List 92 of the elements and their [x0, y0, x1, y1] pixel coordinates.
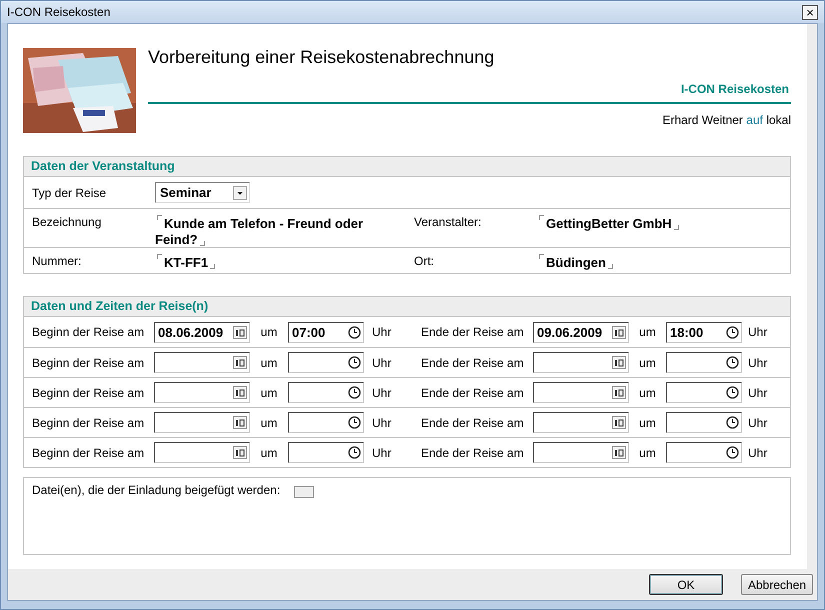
cancel-button[interactable]: Abbrechen	[741, 574, 813, 595]
user-info: Erhard Weitner auf lokal	[662, 113, 791, 127]
field-label: Beginn der Reise am	[32, 386, 146, 400]
clock-icon[interactable]	[726, 356, 739, 369]
time-field[interactable]: 07:00	[288, 322, 364, 342]
field-label: Ende der Reise am	[421, 446, 525, 460]
app-name: I-CON Reisekosten	[680, 82, 789, 96]
caret-icon	[233, 186, 247, 200]
page-title: Vorbereitung einer Reisekostenabrechnung	[148, 47, 496, 68]
calendar-icon[interactable]	[612, 356, 626, 369]
time-field[interactable]: 18:00	[666, 322, 742, 342]
clock-icon[interactable]	[726, 416, 739, 429]
unit-label: Uhr	[371, 356, 392, 370]
field-label: um	[260, 356, 278, 370]
ok-button[interactable]: OK	[649, 574, 723, 595]
calendar-icon[interactable]	[233, 326, 247, 338]
date-field[interactable]	[154, 412, 250, 433]
field-label: um	[638, 386, 657, 400]
unit-label: Uhr	[371, 325, 392, 339]
clock-icon[interactable]	[726, 386, 739, 399]
time-field[interactable]	[288, 352, 364, 373]
window-title: I-CON Reisekosten	[7, 5, 110, 19]
calendar-icon[interactable]	[612, 326, 626, 338]
field-label: um	[638, 416, 657, 430]
clock-icon[interactable]	[348, 356, 361, 369]
date-field[interactable]	[533, 382, 629, 403]
close-button[interactable]: ×	[802, 4, 818, 20]
field-label: um	[638, 446, 657, 460]
field-label: um	[260, 386, 278, 400]
unit-label: Uhr	[371, 446, 392, 460]
field-label: Beginn der Reise am	[32, 356, 146, 370]
trip-type-dropdown[interactable]: Seminar	[155, 182, 250, 203]
time-field[interactable]	[288, 412, 364, 433]
clock-icon[interactable]	[348, 446, 361, 459]
calendar-icon[interactable]	[612, 386, 626, 399]
field-value: Büdingen	[531, 254, 771, 271]
clock-icon[interactable]	[348, 326, 361, 338]
field-label: um	[638, 356, 657, 370]
time-field[interactable]	[288, 442, 364, 463]
section-heading: Daten und Zeiten der Reise(n)	[24, 297, 790, 317]
field-label: um	[260, 416, 278, 430]
calendar-icon[interactable]	[233, 386, 247, 399]
field-label: Ende der Reise am	[421, 356, 525, 370]
field-label: Ort:	[414, 254, 435, 268]
attach-button[interactable]	[294, 486, 314, 498]
calendar-icon[interactable]	[233, 446, 247, 459]
unit-label: Uhr	[747, 356, 768, 370]
date-field[interactable]: 09.06.2009	[533, 322, 629, 342]
calendar-icon[interactable]	[233, 416, 247, 429]
field-label: Veranstalter:	[414, 215, 482, 229]
date-field[interactable]	[533, 412, 629, 433]
clock-icon[interactable]	[348, 416, 361, 429]
calendar-icon[interactable]	[233, 356, 247, 369]
field-value: GettingBetter GmbH	[531, 215, 771, 232]
field-label: Ende der Reise am	[421, 386, 525, 400]
field-label: Beginn der Reise am	[32, 416, 146, 430]
date-field[interactable]	[533, 352, 629, 373]
field-label: Ende der Reise am	[421, 325, 525, 339]
field-label: Beginn der Reise am	[32, 446, 146, 460]
field-label: Beginn der Reise am	[32, 325, 146, 339]
unit-label: Uhr	[747, 446, 768, 460]
clock-icon[interactable]	[726, 326, 739, 338]
unit-label: Uhr	[747, 325, 768, 339]
attachments-label: Datei(en), die der Einladung beigefügt werden:	[32, 483, 280, 497]
unit-label: Uhr	[747, 416, 768, 430]
unit-label: Uhr	[371, 416, 392, 430]
time-field[interactable]	[666, 442, 742, 463]
unit-label: Uhr	[747, 386, 768, 400]
unit-label: Uhr	[371, 386, 392, 400]
field-label: Typ der Reise	[32, 186, 108, 200]
field-value: KT-FF1	[149, 254, 414, 271]
time-field[interactable]	[666, 382, 742, 403]
field-label: um	[260, 325, 278, 339]
date-field[interactable]: 08.06.2009	[154, 322, 250, 342]
clock-icon[interactable]	[726, 446, 739, 459]
field-label: Ende der Reise am	[421, 416, 525, 430]
calendar-icon[interactable]	[612, 416, 626, 429]
field-label: Bezeichnung	[32, 215, 102, 229]
time-field[interactable]	[666, 352, 742, 373]
field-label: um	[638, 325, 657, 339]
time-field[interactable]	[666, 412, 742, 433]
date-field[interactable]	[533, 442, 629, 463]
clock-icon[interactable]	[348, 386, 361, 399]
date-field[interactable]	[154, 442, 250, 463]
calendar-icon[interactable]	[612, 446, 626, 459]
date-field[interactable]	[154, 382, 250, 403]
field-label: um	[260, 446, 278, 460]
section-heading: Daten der Veranstaltung	[24, 157, 790, 177]
field-value: Kunde am Telefon - Freund oder Feind?	[154, 215, 364, 248]
field-label: Nummer:	[32, 254, 82, 268]
date-field[interactable]	[154, 352, 250, 373]
time-field[interactable]	[288, 382, 364, 403]
